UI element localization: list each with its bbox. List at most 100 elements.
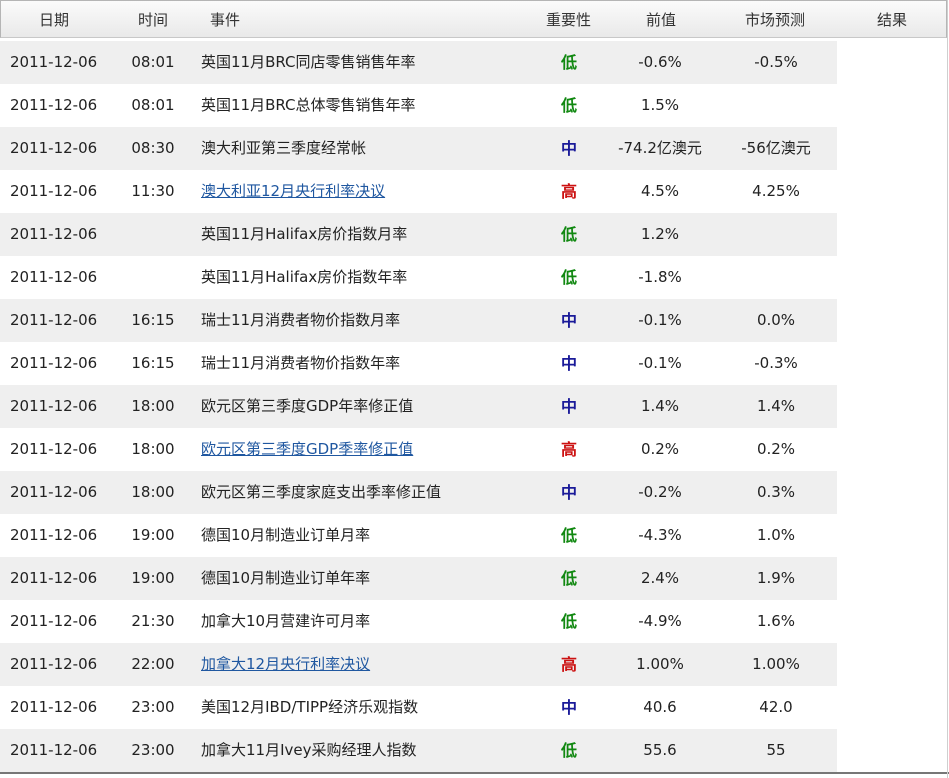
table-header: 日期 时间 事件 重要性 前值 市场预测 结果 xyxy=(0,0,947,38)
row-forecast-value: 55 xyxy=(766,741,786,759)
row-event-link[interactable]: 欧元区第三季度GDP季率修正值 xyxy=(201,428,413,471)
table-row: 2011-12-06 22:00 加拿大12月央行利率决议 高 1.00% 1.00% xyxy=(0,643,837,686)
row-importance-badge: 低 xyxy=(560,741,577,760)
row-result-value xyxy=(840,213,940,256)
row-previous-value: -0.1% xyxy=(638,354,682,372)
row-importance-badge: 中 xyxy=(560,397,577,416)
row-previous-value: -0.1% xyxy=(638,311,682,329)
table-right-border xyxy=(947,0,948,778)
row-result-value xyxy=(840,127,940,170)
row-date: 2011-12-06 xyxy=(10,397,98,415)
table-row: 2011-12-06 08:30 澳大利亚第三季度经常帐 中 -74.2亿澳元 -56亿澳… xyxy=(0,127,837,170)
row-event: 美国12月IBD/TIPP经济乐观指数 xyxy=(201,698,419,716)
row-time: 19:00 xyxy=(131,526,175,544)
row-forecast-value: -0.3% xyxy=(754,354,798,372)
table-row: 2011-12-06 18:00 欧元区第三季度GDP季率修正值 高 0.2% 0.2% xyxy=(0,428,837,471)
row-time: 16:15 xyxy=(131,354,175,372)
column-header-importance[interactable]: 重要性 xyxy=(546,1,591,39)
row-forecast-value: 1.00% xyxy=(752,655,800,673)
row-result-value xyxy=(840,41,940,84)
row-result-value xyxy=(840,84,940,127)
row-event: 英国11月Halifax房价指数月率 xyxy=(201,225,408,243)
row-previous-value: 55.6 xyxy=(643,741,677,759)
row-forecast-value: -56亿澳元 xyxy=(741,139,811,157)
row-forecast-value xyxy=(720,256,832,299)
row-date: 2011-12-06 xyxy=(10,741,98,759)
column-header-forecast[interactable]: 市场预测 xyxy=(745,1,805,39)
row-result-value xyxy=(840,342,940,385)
row-forecast-value: 0.0% xyxy=(756,311,796,329)
row-time: 11:30 xyxy=(131,182,175,200)
row-importance-badge: 低 xyxy=(560,225,577,244)
row-event: 英国11月Halifax房价指数年率 xyxy=(201,268,408,286)
row-importance-badge: 低 xyxy=(560,612,577,631)
row-result-value xyxy=(840,256,940,299)
row-date: 2011-12-06 xyxy=(10,225,98,243)
table-bottom-border xyxy=(0,772,949,774)
table-row: 2011-12-06 21:30 加拿大10月营建许可月率 低 -4.9% 1.6% xyxy=(0,600,837,643)
row-importance-badge: 低 xyxy=(560,96,577,115)
row-event: 英国11月BRC同店零售销售年率 xyxy=(201,53,416,71)
column-header-date[interactable]: 日期 xyxy=(39,1,69,39)
table-row: 2011-12-06 16:15 瑞士11月消费者物价指数年率 中 -0.1% -0.3% xyxy=(0,342,837,385)
row-importance-badge: 中 xyxy=(560,311,577,330)
row-forecast-value: 1.9% xyxy=(756,569,796,587)
row-result-value xyxy=(840,729,940,772)
row-previous-value: 0.2% xyxy=(640,440,680,458)
row-date: 2011-12-06 xyxy=(10,354,98,372)
row-previous-value: -0.6% xyxy=(638,53,682,71)
row-result-value xyxy=(840,514,940,557)
table-row: 2011-12-06 19:00 德国10月制造业订单年率 低 2.4% 1.9% xyxy=(0,557,837,600)
row-event: 加拿大10月营建许可月率 xyxy=(201,612,371,630)
column-header-event[interactable]: 事件 xyxy=(210,1,240,39)
row-date: 2011-12-06 xyxy=(10,698,98,716)
row-importance-badge: 中 xyxy=(560,698,577,717)
row-importance-badge: 高 xyxy=(560,440,577,459)
row-previous-value: 1.5% xyxy=(640,96,680,114)
row-time: 22:00 xyxy=(131,655,175,673)
column-header-time[interactable]: 时间 xyxy=(138,1,168,39)
row-date: 2011-12-06 xyxy=(10,440,98,458)
column-header-previous[interactable]: 前值 xyxy=(646,1,676,39)
row-date: 2011-12-06 xyxy=(10,655,98,673)
row-importance-badge: 低 xyxy=(560,569,577,588)
row-date: 2011-12-06 xyxy=(10,569,98,587)
table-row: 2011-12-06 18:00 欧元区第三季度GDP年率修正值 中 1.4% 1.4% xyxy=(0,385,837,428)
row-event: 欧元区第三季度家庭支出季率修正值 xyxy=(201,483,442,501)
table-row: 2011-12-06 英国11月Halifax房价指数年率 低 -1.8% xyxy=(0,256,837,299)
row-forecast-value: 1.4% xyxy=(756,397,796,415)
row-time: 08:01 xyxy=(131,53,175,71)
economic-calendar-table: 日期 时间 事件 重要性 前值 市场预测 结果 2011-12-06 08:01 英… xyxy=(0,0,949,778)
table-row: 2011-12-06 23:00 美国12月IBD/TIPP经济乐观指数 中 40.6 4… xyxy=(0,686,837,729)
row-time: 23:00 xyxy=(131,741,175,759)
row-forecast-value: 0.3% xyxy=(756,483,796,501)
row-previous-value: 1.2% xyxy=(640,225,680,243)
row-importance-badge: 高 xyxy=(560,655,577,674)
table-row: 2011-12-06 16:15 瑞士11月消费者物价指数月率 中 -0.1% 0.0% xyxy=(0,299,837,342)
column-header-result[interactable]: 结果 xyxy=(877,1,907,39)
row-date: 2011-12-06 xyxy=(10,612,98,630)
row-date: 2011-12-06 xyxy=(10,526,98,544)
row-time xyxy=(131,256,175,299)
row-time: 19:00 xyxy=(131,569,175,587)
row-previous-value: 2.4% xyxy=(640,569,680,587)
row-importance-badge: 中 xyxy=(560,483,577,502)
row-event-link[interactable]: 澳大利亚12月央行利率决议 xyxy=(201,170,385,213)
row-event: 德国10月制造业订单年率 xyxy=(201,569,371,587)
row-time: 16:15 xyxy=(131,311,175,329)
row-event-link[interactable]: 加拿大12月央行利率决议 xyxy=(201,643,370,686)
table-row: 2011-12-06 18:00 欧元区第三季度家庭支出季率修正值 中 -0.2% 0.3… xyxy=(0,471,837,514)
table-row: 2011-12-06 08:01 英国11月BRC同店零售销售年率 低 -0.6% -0.… xyxy=(0,41,837,84)
row-time: 18:00 xyxy=(131,440,175,458)
row-time: 21:30 xyxy=(131,612,175,630)
row-event: 瑞士11月消费者物价指数月率 xyxy=(201,311,401,329)
row-importance-badge: 中 xyxy=(560,354,577,373)
row-time: 23:00 xyxy=(131,698,175,716)
table-row: 2011-12-06 23:00 加拿大11月Ivey采购经理人指数 低 55.6 55 xyxy=(0,729,837,772)
row-previous-value: 4.5% xyxy=(640,182,680,200)
table-row: 2011-12-06 08:01 英国11月BRC总体零售销售年率 低 1.5% xyxy=(0,84,837,127)
row-previous-value: -1.8% xyxy=(638,268,682,286)
row-result-value xyxy=(840,471,940,514)
row-event: 德国10月制造业订单月率 xyxy=(201,526,371,544)
row-forecast-value xyxy=(720,213,832,256)
